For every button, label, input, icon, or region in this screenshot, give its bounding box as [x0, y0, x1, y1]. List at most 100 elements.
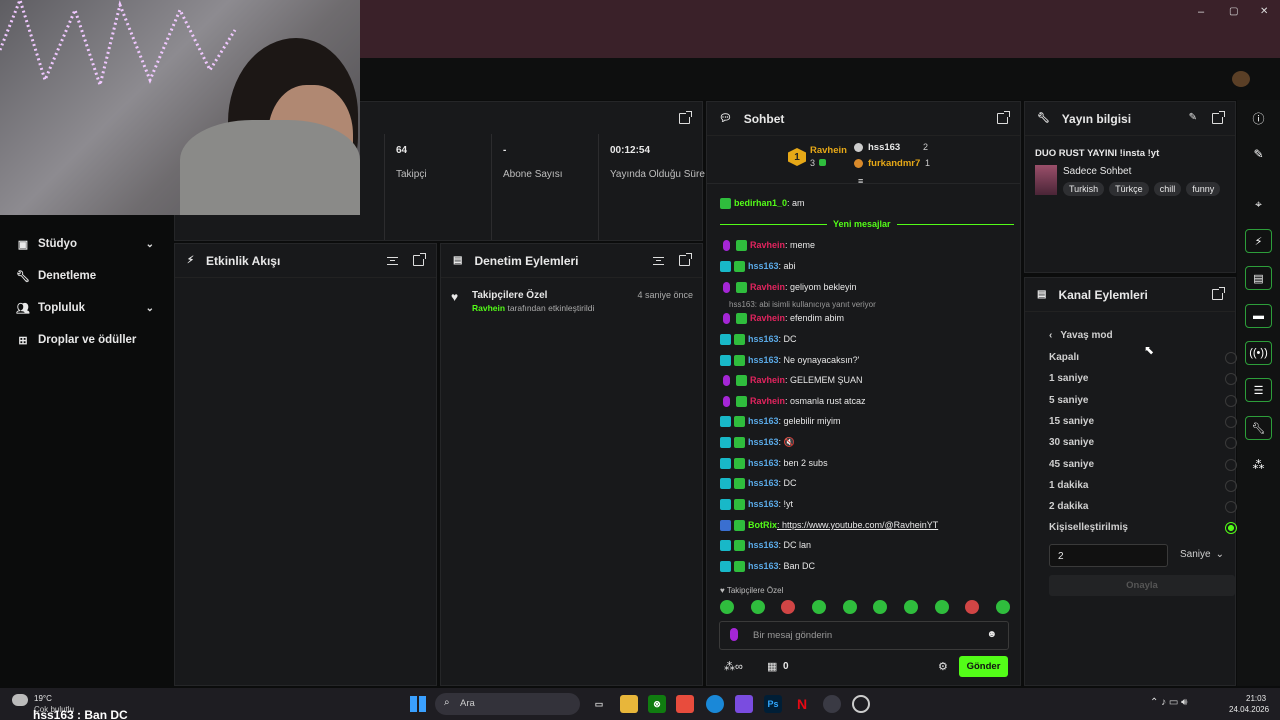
- slow-mode-option[interactable]: 30 saniye: [1049, 437, 1094, 448]
- sidebar-item-moderation[interactable]: 🔧︎ Denetleme: [0, 260, 172, 292]
- shield-icon[interactable]: ☰: [1245, 378, 1272, 402]
- focus-icon[interactable]: ⌖: [1245, 192, 1272, 216]
- chat-username[interactable]: hss163: [748, 561, 779, 571]
- expand-icon[interactable]: ≡: [858, 176, 863, 186]
- custom-value-input[interactable]: 2: [1049, 544, 1168, 567]
- slow-mode-option[interactable]: Kişiselleştirilmiş: [1049, 522, 1128, 533]
- clipboard-icon[interactable]: ▤: [1245, 266, 1272, 290]
- radio-button[interactable]: [1225, 479, 1237, 492]
- emote-icon[interactable]: [873, 600, 888, 614]
- radio-button[interactable]: [1225, 415, 1237, 428]
- chat-username[interactable]: hss163: [748, 355, 779, 365]
- chat-username[interactable]: BotRix: [748, 520, 777, 530]
- copilot-icon[interactable]: [735, 695, 753, 713]
- chat-username[interactable]: Ravhein: [750, 313, 785, 323]
- users-icon[interactable]: ⁂∞: [724, 660, 743, 673]
- send-button[interactable]: Gönder: [959, 656, 1008, 677]
- tag-chip[interactable]: funny: [1186, 182, 1221, 196]
- chat-username[interactable]: Ravhein: [750, 240, 785, 250]
- popout-icon[interactable]: [1212, 287, 1225, 300]
- system-tray-icons[interactable]: ⌃ ♪ ▭ 🔊︎: [1150, 697, 1187, 708]
- netflix-icon[interactable]: N: [793, 695, 811, 713]
- popout-icon[interactable]: [1212, 111, 1225, 124]
- radio-button[interactable]: [1225, 394, 1237, 407]
- emote-icon[interactable]: [934, 600, 949, 614]
- store-icon[interactable]: [676, 695, 694, 713]
- info-icon[interactable]: ⓘ: [1245, 106, 1272, 130]
- chat-username[interactable]: hss163: [748, 478, 779, 488]
- chat-username[interactable]: hss163: [748, 261, 779, 271]
- emote-icon[interactable]: [842, 600, 857, 614]
- emote-icon[interactable]: [811, 600, 826, 614]
- chat-username[interactable]: Ravhein: [750, 375, 785, 385]
- chat-input[interactable]: Bir mesaj gönderin ☻: [719, 621, 1009, 650]
- chat-username[interactable]: hss163: [748, 499, 779, 509]
- confirm-button[interactable]: Onayla: [1049, 575, 1235, 596]
- slow-mode-option[interactable]: 45 saniye: [1049, 459, 1094, 470]
- slow-mode-option[interactable]: Kapalı: [1049, 352, 1079, 363]
- filter-icon[interactable]: [653, 257, 664, 265]
- tag-chip[interactable]: chill: [1153, 182, 1182, 196]
- filter-icon[interactable]: [387, 257, 398, 265]
- chat-username[interactable]: hss163: [748, 334, 779, 344]
- close-window-button[interactable]: ✕: [1260, 6, 1268, 17]
- gear-icon[interactable]: ⚙: [938, 660, 948, 673]
- emote-icon[interactable]: [750, 600, 765, 614]
- popout-icon[interactable]: [679, 111, 692, 124]
- chat-username[interactable]: bedirhan1_0: [734, 198, 787, 208]
- bolt-icon[interactable]: ⚡︎: [1245, 229, 1272, 253]
- emote-icon[interactable]: [995, 600, 1010, 614]
- obs-icon[interactable]: [852, 695, 870, 713]
- start-icon[interactable]: [410, 696, 426, 712]
- photoshop-icon[interactable]: Ps: [764, 695, 782, 713]
- chat-bubble-icon[interactable]: ▬: [1245, 304, 1272, 328]
- folder-icon[interactable]: [620, 695, 638, 713]
- emoji-icon[interactable]: ☻: [986, 629, 997, 640]
- popout-icon[interactable]: [413, 253, 426, 266]
- radio-button[interactable]: [1225, 352, 1237, 364]
- slow-mode-option[interactable]: 1 dakika: [1049, 480, 1088, 491]
- tag-chip[interactable]: Türkçe: [1109, 182, 1149, 196]
- store-icon[interactable]: ▦: [767, 660, 777, 673]
- chat-username[interactable]: hss163: [748, 416, 779, 426]
- popout-icon[interactable]: [679, 253, 692, 266]
- search-box[interactable]: ⌕ Ara: [435, 693, 580, 715]
- chat-username[interactable]: hss163: [748, 540, 779, 550]
- pencil-icon[interactable]: ✎: [1245, 142, 1272, 166]
- back-button[interactable]: ‹ Yavaş mod: [1049, 330, 1113, 341]
- chat-username[interactable]: Ravhein: [750, 396, 785, 406]
- radio-button[interactable]: [1225, 458, 1237, 471]
- pencil-icon[interactable]: ✎: [1189, 112, 1197, 123]
- emote-icon[interactable]: [903, 600, 918, 614]
- user-avatar[interactable]: [1232, 71, 1250, 87]
- radio-button[interactable]: [1225, 501, 1237, 514]
- unit-select[interactable]: Saniye ⌄: [1180, 549, 1224, 560]
- slow-mode-option[interactable]: 1 saniye: [1049, 373, 1088, 384]
- slow-mode-option[interactable]: 5 saniye: [1049, 395, 1088, 406]
- chrome-icon[interactable]: [823, 695, 841, 713]
- emote-icon[interactable]: [720, 600, 734, 614]
- wrench-icon[interactable]: 🔧︎: [1245, 416, 1272, 440]
- sidebar-item-community[interactable]: 👥︎ Topluluk ⌄: [0, 292, 172, 324]
- popout-icon[interactable]: [997, 111, 1010, 124]
- minimize-button[interactable]: –: [1198, 6, 1204, 18]
- tag-chip[interactable]: Turkish: [1063, 182, 1105, 196]
- broadcast-icon[interactable]: ((•)): [1245, 341, 1272, 365]
- sidebar-item-drops[interactable]: ⊞ Droplar ve ödüller: [0, 324, 172, 356]
- xbox-icon[interactable]: ⊗: [648, 695, 666, 713]
- chat-text[interactable]: : https://www.youtube.com/@RavheinYT: [777, 520, 938, 530]
- maximize-button[interactable]: ▢: [1229, 6, 1238, 17]
- slow-mode-option[interactable]: 15 saniye: [1049, 416, 1094, 427]
- chat-username[interactable]: hss163: [748, 458, 779, 468]
- edge-icon[interactable]: [706, 695, 724, 713]
- emote-icon[interactable]: [781, 600, 796, 614]
- category-name[interactable]: Sadece Sohbet: [1063, 166, 1131, 177]
- users-icon[interactable]: ⁂: [1245, 453, 1272, 477]
- task-view-icon[interactable]: ▭: [590, 695, 608, 713]
- emote-icon[interactable]: [965, 600, 980, 614]
- chat-username[interactable]: Ravhein: [750, 282, 785, 292]
- badge-icon: [736, 312, 747, 324]
- chat-username[interactable]: hss163: [748, 437, 779, 447]
- slow-mode-option[interactable]: 2 dakika: [1049, 501, 1088, 512]
- sidebar-item-studio[interactable]: ▣ Stüdyo ⌄: [0, 228, 172, 260]
